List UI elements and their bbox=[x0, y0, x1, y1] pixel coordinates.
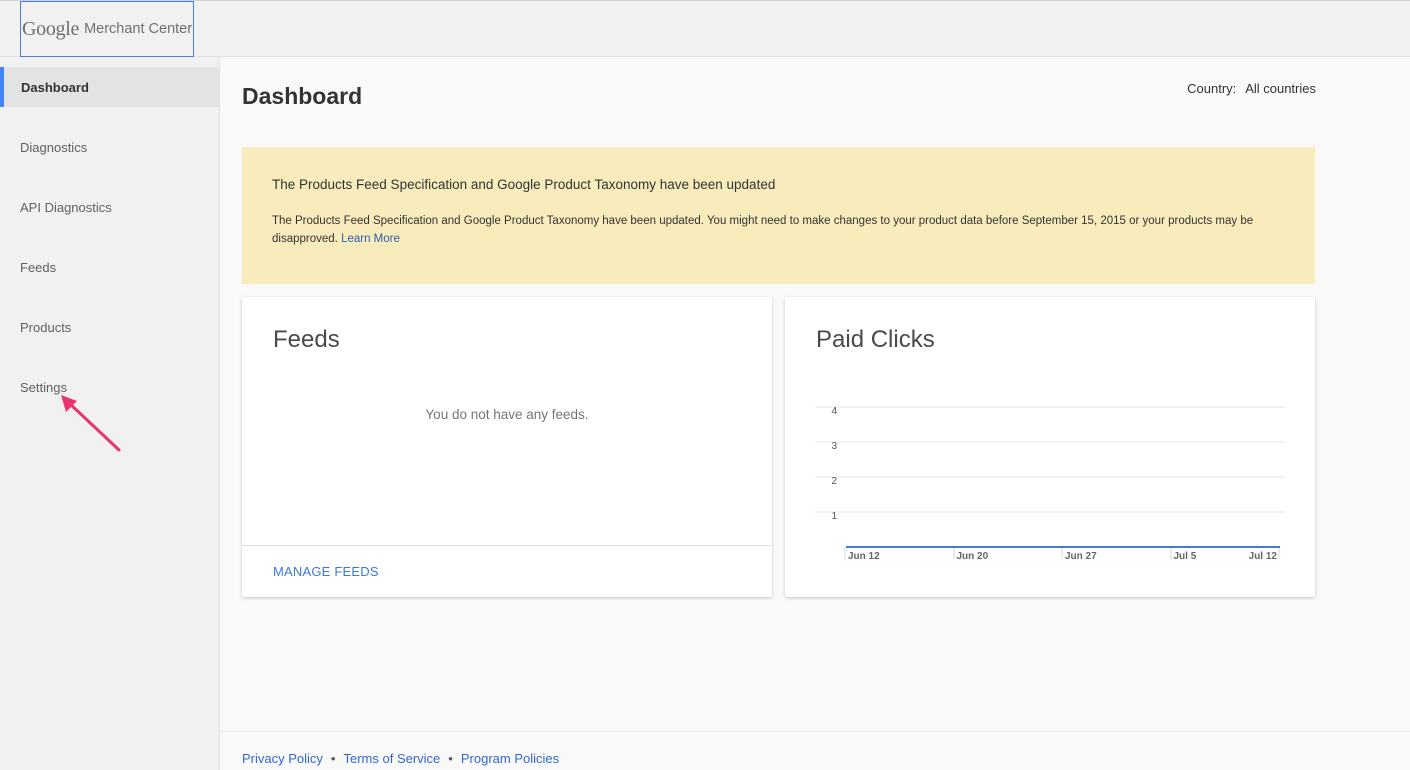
feeds-empty-message: You do not have any feeds. bbox=[425, 407, 589, 422]
top-bar: Google Merchant Center bbox=[0, 0, 1410, 57]
privacy-policy-link[interactable]: Privacy Policy bbox=[242, 751, 323, 766]
main-content: Dashboard Country: All countries The Pro… bbox=[220, 57, 1410, 770]
merchant-center-logo[interactable]: Google Merchant Center bbox=[20, 1, 194, 57]
country-selector[interactable]: Country: All countries bbox=[1187, 81, 1316, 96]
update-notice-banner: The Products Feed Specification and Goog… bbox=[242, 147, 1315, 284]
sidebar-item-diagnostics[interactable]: Diagnostics bbox=[0, 127, 219, 167]
paid-clicks-chart: 1 2 3 4 Jun 12 Jun 20 Jun 27 Jul 5 Jul 12 bbox=[815, 406, 1285, 562]
terms-of-service-link[interactable]: Terms of Service bbox=[343, 751, 440, 766]
x-tick-label: Jul 12 bbox=[1249, 551, 1278, 562]
annotation-arrow bbox=[61, 395, 121, 452]
banner-body-text: The Products Feed Specification and Goog… bbox=[272, 215, 1254, 245]
x-tick-label: Jun 20 bbox=[957, 551, 989, 562]
page-title: Dashboard bbox=[242, 83, 363, 109]
manage-feeds-button[interactable]: MANAGE FEEDS bbox=[273, 564, 379, 579]
card-divider bbox=[242, 545, 772, 546]
program-policies-link[interactable]: Program Policies bbox=[461, 751, 559, 766]
paid-clicks-card: Paid Clicks 1 2 3 4 Jun 12 Jun 20 Jun 27 Jul 5J… bbox=[785, 297, 1315, 597]
sidebar-item-dashboard[interactable]: Dashboard bbox=[0, 67, 219, 107]
chart-grid bbox=[815, 406, 1285, 513]
footer-separator: • bbox=[448, 751, 453, 766]
y-tick-label: 4 bbox=[831, 406, 837, 417]
feeds-card-title: Feeds bbox=[273, 326, 340, 353]
x-tick-label: Jun 12 bbox=[848, 551, 880, 562]
sidebar-item-api-diagnostics[interactable]: API Diagnostics bbox=[0, 187, 219, 227]
y-tick-label: 2 bbox=[831, 476, 837, 487]
x-tick-label: Jun 27 bbox=[1065, 551, 1097, 562]
footer: Privacy Policy • Terms of Service • Program … bbox=[242, 751, 559, 766]
banner-title: The Products Feed Specification and Goog… bbox=[272, 177, 776, 192]
sidebar-item-feeds[interactable]: Feeds bbox=[0, 247, 219, 287]
footer-separator: • bbox=[330, 751, 336, 766]
learn-more-link[interactable]: Learn More bbox=[341, 233, 400, 245]
feeds-card: Feeds You do not have any feeds. MANAGE … bbox=[242, 297, 772, 597]
product-name: Merchant Center bbox=[84, 21, 193, 37]
footer-divider bbox=[220, 731, 1410, 732]
country-value: All countries bbox=[1245, 81, 1316, 96]
banner-body: The Products Feed Specification and Goog… bbox=[272, 212, 1285, 248]
google-wordmark: Google bbox=[22, 17, 80, 40]
chart-ticks: 1 2 3 4 Jun 12 Jun 20 Jun 27 Jul 5 Jul 12 bbox=[831, 406, 1280, 562]
country-label: Country: bbox=[1187, 81, 1237, 96]
y-tick-label: 3 bbox=[831, 441, 837, 452]
y-tick-label: 1 bbox=[831, 511, 837, 522]
sidebar-item-products[interactable]: Products bbox=[0, 307, 219, 347]
x-tick-label: Jul 5 bbox=[1174, 551, 1197, 562]
